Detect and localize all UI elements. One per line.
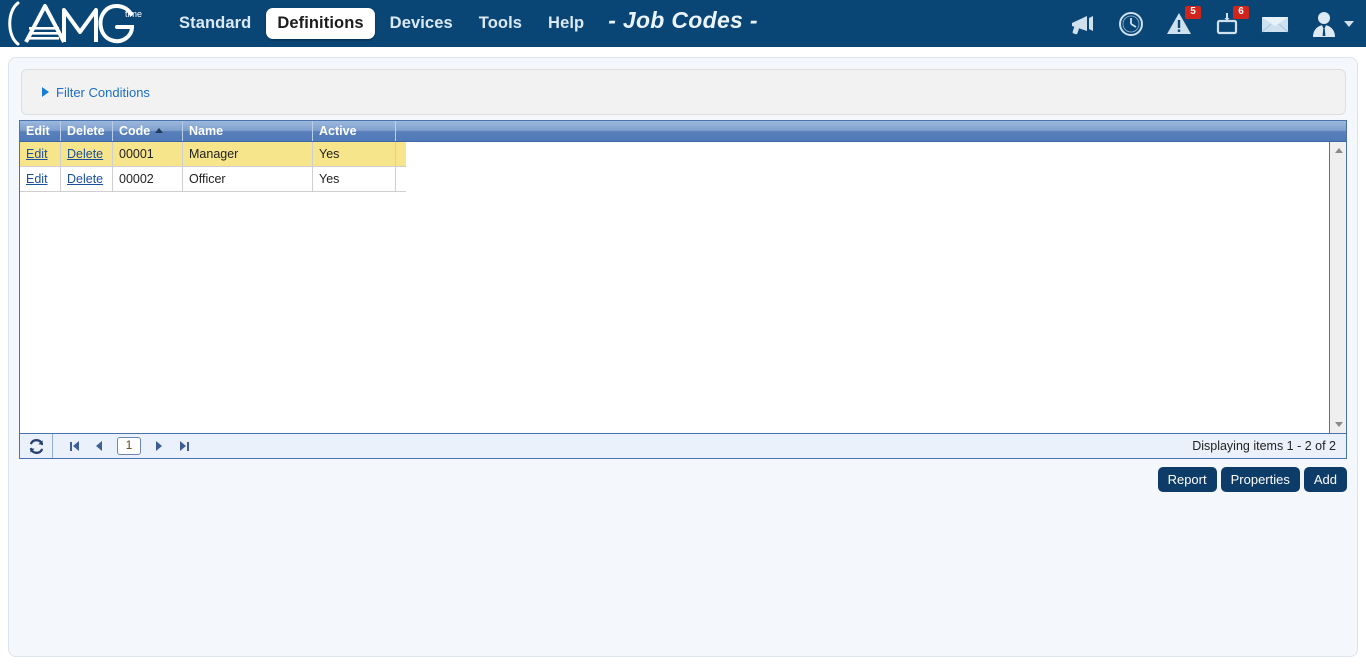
cell-delete[interactable]: Delete — [61, 167, 113, 191]
nav-item-help[interactable]: Help — [537, 8, 595, 39]
sort-ascending-icon — [155, 128, 164, 134]
filter-conditions-label[interactable]: Filter Conditions — [56, 85, 150, 100]
grid-pager: 1 Displaying items 1 - 2 of 2 — [19, 433, 1347, 459]
grid-header-row: Edit Delete Code Name Active — [20, 121, 1346, 142]
table-row[interactable]: Edit Delete 00002 Officer Yes — [20, 167, 406, 192]
add-button[interactable]: Add — [1303, 467, 1347, 492]
top-navigation-bar: time Standard Definitions Devices Tools … — [0, 0, 1366, 47]
cell-name: Manager — [183, 142, 313, 166]
properties-button[interactable]: Properties — [1220, 467, 1300, 492]
filter-conditions-toggle[interactable]: Filter Conditions — [21, 69, 1346, 115]
user-avatar-icon — [1313, 11, 1335, 37]
edit-link[interactable]: Edit — [26, 172, 48, 186]
job-codes-grid: Edit Delete Code Name Active Edit Delete… — [19, 120, 1347, 434]
cell-edit[interactable]: Edit — [20, 167, 61, 191]
pager-previous-button[interactable] — [92, 438, 106, 454]
pager-status-text: Displaying items 1 - 2 of 2 — [1192, 439, 1336, 453]
pager-first-button[interactable] — [67, 438, 81, 454]
device-badge-count: 6 — [1233, 5, 1249, 19]
chevron-right-icon[interactable] — [42, 87, 49, 97]
grid-vertical-scrollbar[interactable] — [1329, 142, 1346, 433]
pager-last-button[interactable] — [177, 438, 191, 454]
pager-next-button[interactable] — [152, 438, 166, 454]
nav-item-tools[interactable]: Tools — [468, 8, 533, 39]
megaphone-icon[interactable] — [1068, 9, 1098, 39]
nav-item-devices[interactable]: Devices — [379, 8, 464, 39]
column-header-active[interactable]: Active — [313, 121, 396, 141]
nav-item-standard[interactable]: Standard — [168, 8, 262, 39]
delete-link[interactable]: Delete — [67, 147, 103, 161]
pager-navigation: 1 — [67, 437, 191, 455]
refresh-icon[interactable] — [20, 434, 53, 458]
user-menu[interactable] — [1310, 10, 1354, 38]
warning-badge-count: 5 — [1185, 5, 1201, 19]
cell-active: Yes — [313, 142, 396, 166]
time-clock-device-icon[interactable]: 6 — [1212, 5, 1249, 39]
header-tool-icons: 5 6 — [1068, 0, 1360, 47]
cell-delete[interactable]: Delete — [61, 142, 113, 166]
amg-time-logo[interactable]: time — [4, 0, 154, 47]
report-button[interactable]: Report — [1157, 467, 1217, 492]
content-panel: Filter Conditions Edit Delete Code Name … — [8, 57, 1358, 657]
main-menu: Standard Definitions Devices Tools Help — [168, 8, 595, 39]
action-buttons: Report Properties Add — [1157, 467, 1347, 492]
cell-code: 00001 — [113, 142, 183, 166]
grid-body: Edit Delete 00001 Manager Yes Edit Delet… — [20, 142, 1346, 433]
clock-icon[interactable] — [1116, 9, 1146, 39]
cell-edit[interactable]: Edit — [20, 142, 61, 166]
column-header-code-label: Code — [119, 124, 151, 138]
cell-active: Yes — [313, 167, 396, 191]
warning-triangle-icon[interactable]: 5 — [1164, 5, 1201, 39]
column-header-edit[interactable]: Edit — [20, 121, 61, 141]
delete-link[interactable]: Delete — [67, 172, 103, 186]
nav-item-definitions[interactable]: Definitions — [266, 8, 375, 39]
envelope-icon[interactable] — [1260, 9, 1290, 39]
cell-code: 00002 — [113, 167, 183, 191]
chevron-down-icon[interactable] — [1344, 20, 1354, 27]
column-header-code[interactable]: Code — [113, 121, 183, 141]
svg-text:time: time — [125, 9, 142, 19]
cell-name: Officer — [183, 167, 313, 191]
edit-link[interactable]: Edit — [26, 147, 48, 161]
column-header-delete[interactable]: Delete — [61, 121, 113, 141]
column-header-filler — [396, 121, 1346, 141]
table-row[interactable]: Edit Delete 00001 Manager Yes — [20, 142, 406, 167]
scroll-up-arrow-icon[interactable] — [1330, 142, 1346, 159]
pager-page-1[interactable]: 1 — [117, 437, 141, 455]
column-header-name[interactable]: Name — [183, 121, 313, 141]
scroll-down-arrow-icon[interactable] — [1330, 416, 1346, 433]
